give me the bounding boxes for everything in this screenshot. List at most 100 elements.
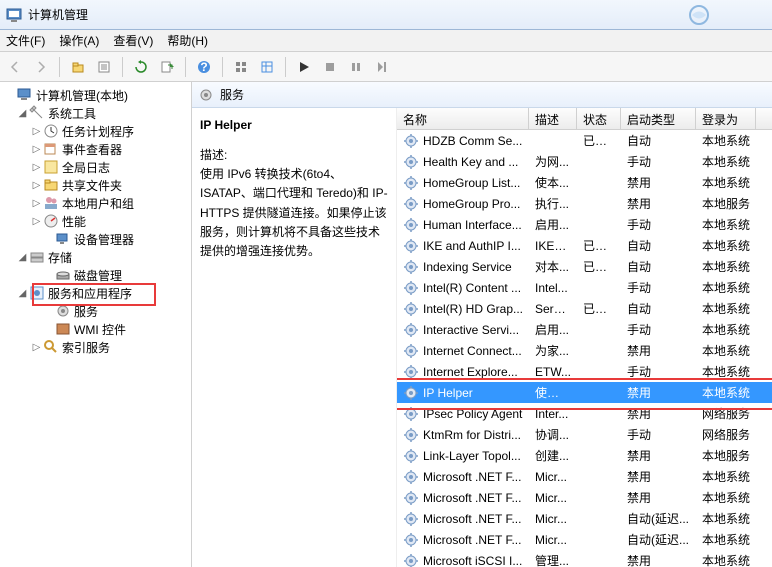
up-button[interactable]: [67, 56, 89, 78]
table-row[interactable]: Microsoft .NET F...Micr...自动(延迟...本地系统: [397, 508, 772, 529]
table-row[interactable]: HomeGroup List...使本...禁用本地系统: [397, 172, 772, 193]
collapse-icon[interactable]: ◢: [16, 252, 29, 263]
col-desc[interactable]: 描述: [529, 108, 577, 129]
table-row[interactable]: Internet Connect...为家...禁用本地系统: [397, 340, 772, 361]
table-row[interactable]: Interactive Servi...启用...手动本地系统: [397, 319, 772, 340]
stop-service-button[interactable]: [319, 56, 341, 78]
tree-disk-mgmt[interactable]: 磁盘管理: [2, 266, 189, 284]
col-startup[interactable]: 启动类型: [621, 108, 696, 129]
menu-action[interactable]: 操作(A): [59, 32, 99, 49]
service-desc: 为网...: [529, 153, 577, 170]
service-desc: 对本...: [529, 258, 577, 275]
table-row[interactable]: Microsoft iSCSI I...管理...禁用本地系统: [397, 550, 772, 567]
col-name[interactable]: 名称: [397, 108, 529, 129]
service-name: Link-Layer Topol...: [423, 449, 521, 463]
service-status: 已启动: [577, 132, 621, 149]
table-row[interactable]: Internet Explore...ETW...手动本地系统: [397, 361, 772, 382]
tree-event-viewer[interactable]: ▷事件查看器: [2, 140, 189, 158]
table-row[interactable]: IKE and AuthIP I...IKEE...已启动自动本地系统: [397, 235, 772, 256]
table-row[interactable]: Indexing Service对本...已启动自动本地系统: [397, 256, 772, 277]
gear-icon: [198, 87, 214, 103]
service-desc: Micr...: [529, 533, 577, 547]
tree-device-manager[interactable]: 设备管理器: [2, 230, 189, 248]
export-button[interactable]: [156, 56, 178, 78]
table-row[interactable]: Microsoft .NET F...Micr...禁用本地系统: [397, 487, 772, 508]
tree-shared[interactable]: ▷共享文件夹: [2, 176, 189, 194]
table-row[interactable]: HomeGroup Pro...执行...禁用本地服务: [397, 193, 772, 214]
expand-icon[interactable]: ▷: [30, 144, 43, 155]
menu-view[interactable]: 查看(V): [113, 32, 153, 49]
tree-shared-folders[interactable]: ▷全局日志: [2, 158, 189, 176]
service-desc: Inter...: [529, 407, 577, 421]
tree-storage[interactable]: ◢存储: [2, 248, 189, 266]
table-row[interactable]: Health Key and ...为网...手动本地系统: [397, 151, 772, 172]
service-name: Intel(R) Content ...: [423, 281, 521, 295]
service-gear-icon: [403, 322, 419, 338]
service-gear-icon: [403, 238, 419, 254]
tree-services[interactable]: 服务: [2, 302, 189, 320]
tree-system-tools[interactable]: ◢系统工具: [2, 104, 189, 122]
service-name: KtmRm for Distri...: [423, 428, 521, 442]
service-logon: 本地系统: [696, 279, 756, 296]
table-row[interactable]: IP Helper使用 ...禁用本地系统: [397, 382, 772, 403]
service-status: 已启动: [577, 237, 621, 254]
tree-local-users[interactable]: ▷本地用户和组: [2, 194, 189, 212]
service-startup: 禁用: [621, 195, 696, 212]
table-row[interactable]: Link-Layer Topol...创建...禁用本地服务: [397, 445, 772, 466]
tree-indexing[interactable]: ▷索引服务: [2, 338, 189, 356]
table-row[interactable]: KtmRm for Distri...协调...手动网络服务: [397, 424, 772, 445]
service-name: Internet Explore...: [423, 365, 518, 379]
pause-service-button[interactable]: [345, 56, 367, 78]
table-row[interactable]: IPsec Policy AgentInter...禁用网络服务: [397, 403, 772, 424]
service-name: Microsoft .NET F...: [423, 470, 521, 484]
tree-task-scheduler[interactable]: ▷任务计划程序: [2, 122, 189, 140]
service-logon: 本地系统: [696, 216, 756, 233]
service-desc: Intel...: [529, 281, 577, 295]
service-startup: 禁用: [621, 489, 696, 506]
expand-icon[interactable]: ▷: [30, 342, 43, 353]
svg-text:?: ?: [200, 60, 207, 74]
gear-icon: [55, 303, 71, 319]
collapse-icon[interactable]: ◢: [16, 288, 29, 299]
table-row[interactable]: Intel(R) Content ...Intel...手动本地系统: [397, 277, 772, 298]
tree-services-apps[interactable]: ◢服务和应用程序: [2, 284, 189, 302]
service-gear-icon: [403, 343, 419, 359]
service-startup: 自动: [621, 237, 696, 254]
list-header[interactable]: 名称 描述 状态 启动类型 登录为: [397, 108, 772, 130]
expand-icon[interactable]: ▷: [30, 198, 43, 209]
start-service-button[interactable]: [293, 56, 315, 78]
table-row[interactable]: Human Interface...启用...手动本地系统: [397, 214, 772, 235]
expand-icon[interactable]: ▷: [30, 180, 43, 191]
menu-file[interactable]: 文件(F): [6, 32, 45, 49]
tree-performance[interactable]: ▷性能: [2, 212, 189, 230]
col-status[interactable]: 状态: [577, 108, 621, 129]
window-title: 计算机管理: [28, 6, 88, 23]
service-gear-icon: [403, 259, 419, 275]
refresh-button[interactable]: [130, 56, 152, 78]
service-name: HDZB Comm Se...: [423, 134, 522, 148]
view-detail-button[interactable]: [256, 56, 278, 78]
col-logon[interactable]: 登录为: [696, 108, 756, 129]
table-row[interactable]: HDZB Comm Se...已启动自动本地系统: [397, 130, 772, 151]
service-name: Microsoft .NET F...: [423, 491, 521, 505]
service-logon: 本地系统: [696, 237, 756, 254]
expand-icon[interactable]: ▷: [30, 126, 43, 137]
table-row[interactable]: Intel(R) HD Grap...Servi...已启动自动本地系统: [397, 298, 772, 319]
services-list[interactable]: 名称 描述 状态 启动类型 登录为 HDZB Comm Se...已启动自动本地…: [397, 108, 772, 567]
service-name: Internet Connect...: [423, 344, 522, 358]
service-gear-icon: [403, 154, 419, 170]
tree-wmi[interactable]: WMI 控件: [2, 320, 189, 338]
expand-icon[interactable]: ▷: [30, 216, 43, 227]
properties-button[interactable]: [93, 56, 115, 78]
navigation-tree[interactable]: 计算机管理(本地) ◢系统工具 ▷任务计划程序 ▷事件查看器 ▷全局日志 ▷共享…: [0, 82, 192, 567]
restart-service-button[interactable]: [371, 56, 393, 78]
table-row[interactable]: Microsoft .NET F...Micr...禁用本地系统: [397, 466, 772, 487]
collapse-icon[interactable]: ◢: [16, 108, 29, 119]
service-startup: 手动: [621, 216, 696, 233]
menu-help[interactable]: 帮助(H): [167, 32, 208, 49]
tree-root[interactable]: 计算机管理(本地): [2, 86, 189, 104]
table-row[interactable]: Microsoft .NET F...Micr...自动(延迟...本地系统: [397, 529, 772, 550]
view-large-button[interactable]: [230, 56, 252, 78]
expand-icon[interactable]: ▷: [30, 162, 43, 173]
help-button[interactable]: ?: [193, 56, 215, 78]
